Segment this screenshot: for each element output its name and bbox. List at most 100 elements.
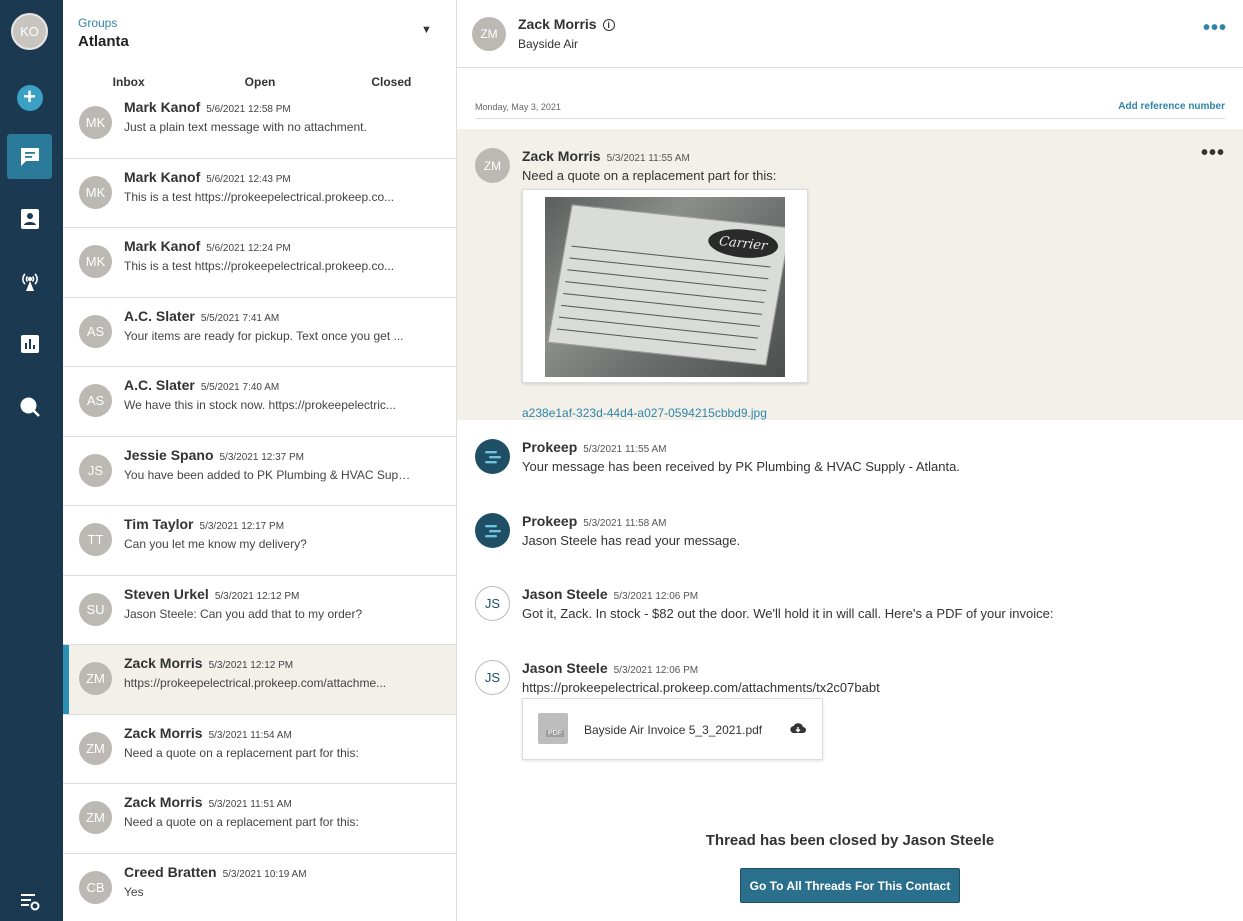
thread-time: 5/5/2021 7:40 AM xyxy=(200,382,280,393)
search-icon xyxy=(20,397,40,417)
message-more-icon[interactable]: ••• xyxy=(1201,142,1225,165)
message-time: 5/3/2021 11:55 AM xyxy=(583,444,667,455)
user-avatar[interactable]: KO xyxy=(11,13,48,50)
thread-contact-name: Tim Taylor 5/3/2021 12:17 PM xyxy=(124,516,285,532)
pdf-filename: Bayside Air Invoice 5_3_2021.pdf xyxy=(584,723,763,737)
thread-preview: Your items are ready for pickup. Text on… xyxy=(124,328,404,343)
new-message-button[interactable]: + xyxy=(7,75,52,120)
prokeep-logo-icon xyxy=(475,439,510,474)
thread-avatar: AS xyxy=(79,384,112,417)
thread-item[interactable]: TT Tim Taylor 5/3/2021 12:17 PM Can you let… xyxy=(63,506,456,576)
more-options-icon[interactable]: ••• xyxy=(1203,17,1227,40)
chevron-down-icon[interactable]: ▼ xyxy=(421,24,432,36)
thread-contact-name: Creed Bratten 5/3/2021 10:19 AM xyxy=(124,863,307,880)
sender-avatar: JS xyxy=(475,660,510,695)
settings-icon xyxy=(20,893,39,910)
thread-item[interactable]: CB Creed Bratten 5/3/2021 10:19 AM Yes xyxy=(63,853,456,921)
conversation-header: ZM Zack Morris i Bayside Air ••• xyxy=(457,0,1243,68)
thread-item[interactable]: JS Jessie Spano 5/3/2021 12:37 PM You have … xyxy=(63,436,456,506)
thread-contact-name: Jessie Spano 5/3/2021 12:37 PM xyxy=(124,446,305,463)
thread-contact-name: Mark Kanof 5/6/2021 12:58 PM xyxy=(124,99,291,115)
nav-messages[interactable] xyxy=(7,134,52,179)
message-body[interactable]: https://prokeepelectrical.prokeep.com/at… xyxy=(522,680,880,695)
nav-search[interactable] xyxy=(7,384,52,429)
sender-name: Prokeep 5/3/2021 11:55 AM xyxy=(522,439,667,455)
nav-settings[interactable] xyxy=(7,878,52,921)
thread-list: MK Mark Kanof 5/6/2021 12:58 PM Just a plai… xyxy=(63,89,456,921)
thread-time: 5/6/2021 12:58 PM xyxy=(206,104,291,115)
thread-preview: https://prokeepelectrical.prokeep.com/at… xyxy=(124,676,387,690)
nav-reports[interactable] xyxy=(7,321,52,366)
thread-avatar: MK xyxy=(79,245,112,278)
thread-avatar: ZM xyxy=(79,801,112,834)
thread-time: 5/3/2021 12:12 PM xyxy=(208,660,294,671)
message-time: 5/3/2021 12:06 PM xyxy=(613,591,699,602)
thread-item[interactable]: ZM Zack Morris 5/3/2021 11:51 AM Need a quo… xyxy=(63,784,456,854)
thread-contact-name: A.C. Slater 5/5/2021 7:40 AM xyxy=(124,377,280,393)
thread-preview: Yes xyxy=(124,884,144,899)
contact-company: Bayside Air xyxy=(518,37,579,51)
thread-preview: This is a test https://prokeepelectrical… xyxy=(124,189,395,204)
thread-time: 5/3/2021 12:17 PM xyxy=(199,521,285,532)
group-caption: Groups xyxy=(78,16,118,30)
nav-contacts[interactable] xyxy=(7,196,52,241)
thread-contact-name: Mark Kanof 5/6/2021 12:43 PM xyxy=(124,168,291,185)
thread-item[interactable]: MK Mark Kanof 5/6/2021 12:58 PM Just a plai… xyxy=(63,89,456,159)
thread-preview: Can you let me know my delivery? xyxy=(124,537,307,551)
thread-time: 5/3/2021 11:51 AM xyxy=(208,799,292,810)
group-name: Atlanta xyxy=(78,33,129,50)
thread-time: 5/6/2021 12:43 PM xyxy=(206,173,291,185)
thread-preview: Jason Steele: Can you add that to my ord… xyxy=(124,606,363,621)
thread-item[interactable]: SU Steven Urkel 5/3/2021 12:12 PM Jason Ste… xyxy=(63,575,456,645)
sender-name: Zack Morris 5/3/2021 11:55 AM xyxy=(522,148,690,164)
message-body: Jason Steele has read your message. xyxy=(522,533,741,548)
nav-broadcast[interactable] xyxy=(7,259,52,304)
thread-closed-notice: Thread has been closed by Jason Steele xyxy=(705,832,995,849)
conversation-panel: ZM Zack Morris i Bayside Air ••• Monday, … xyxy=(457,0,1243,921)
image-attachment[interactable]: Carrier xyxy=(522,189,808,383)
chat-icon xyxy=(20,147,39,166)
thread-item[interactable]: AS A.C. Slater 5/5/2021 7:40 AM We have thi… xyxy=(63,367,456,437)
thread-item[interactable]: ZM Zack Morris 5/3/2021 11:54 AM Need a quo… xyxy=(63,714,456,784)
thread-preview: Need a quote on a replacement part for t… xyxy=(124,815,359,829)
message-body: Need a quote on a replacement part for t… xyxy=(522,168,777,183)
thread-avatar: AS xyxy=(79,314,112,348)
thread-time: 5/5/2021 7:41 AM xyxy=(200,312,280,324)
message-body: Your message has been received by PK Plu… xyxy=(522,459,960,474)
thread-item[interactable]: ZM Zack Morris 5/3/2021 12:12 PM https://pr… xyxy=(63,645,456,715)
thread-avatar: JS xyxy=(79,453,112,487)
thread-avatar: SU xyxy=(79,592,112,626)
message-time: 5/3/2021 11:55 AM xyxy=(606,153,690,164)
broadcast-icon xyxy=(21,272,38,291)
thread-item[interactable]: MK Mark Kanof 5/6/2021 12:43 PM This is a t… xyxy=(63,158,456,228)
plus-icon: + xyxy=(16,84,43,111)
contact-name-text: Zack Morris xyxy=(518,16,597,32)
thread-preview: Just a plain text message with no attach… xyxy=(124,120,367,134)
thread-time: 5/3/2021 12:12 PM xyxy=(214,590,300,602)
group-selector[interactable]: Groups Atlanta ▼ xyxy=(63,0,456,70)
thread-preview: We have this in stock now. https://proke… xyxy=(124,398,396,412)
thread-preview: This is a test https://prokeepelectrical… xyxy=(124,259,395,273)
attachment-filename-link[interactable]: a238e1af-323d-44d4-a027-0594215cbbd9.jpg xyxy=(522,406,767,420)
thread-time: 5/3/2021 12:37 PM xyxy=(219,451,305,463)
pdf-attachment[interactable]: Bayside Air Invoice 5_3_2021.pdf xyxy=(522,698,823,760)
thread-item[interactable]: AS A.C. Slater 5/5/2021 7:41 AM Your items … xyxy=(63,297,456,367)
thread-avatar: TT xyxy=(79,523,112,556)
date-divider: Monday, May 3, 2021 Add reference number xyxy=(475,100,1225,119)
thread-contact-name: Steven Urkel 5/3/2021 12:12 PM xyxy=(124,585,300,602)
sender-name: Jason Steele 5/3/2021 12:06 PM xyxy=(522,660,699,676)
pdf-file-icon xyxy=(538,713,568,744)
download-icon[interactable] xyxy=(790,721,806,737)
thread-avatar: CB xyxy=(79,870,112,904)
thread-avatar: MK xyxy=(79,175,112,209)
thread-contact-name: Zack Morris 5/3/2021 11:54 AM xyxy=(124,724,292,741)
thread-item[interactable]: MK Mark Kanof 5/6/2021 12:24 PM This is a t… xyxy=(63,228,456,298)
thread-contact-name: Zack Morris 5/3/2021 11:51 AM xyxy=(124,794,292,810)
thread-preview: You have been added to PK Plumbing & HVA… xyxy=(124,467,414,482)
info-icon[interactable]: i xyxy=(602,19,615,31)
contact-name[interactable]: Zack Morris i xyxy=(518,16,615,32)
go-to-all-threads-button[interactable]: Go To All Threads For This Contact xyxy=(740,868,960,903)
thread-time: 5/3/2021 10:19 AM xyxy=(222,868,307,880)
thread-contact-name: Zack Morris 5/3/2021 12:12 PM xyxy=(124,655,294,671)
add-reference-link[interactable]: Add reference number xyxy=(1118,101,1225,112)
